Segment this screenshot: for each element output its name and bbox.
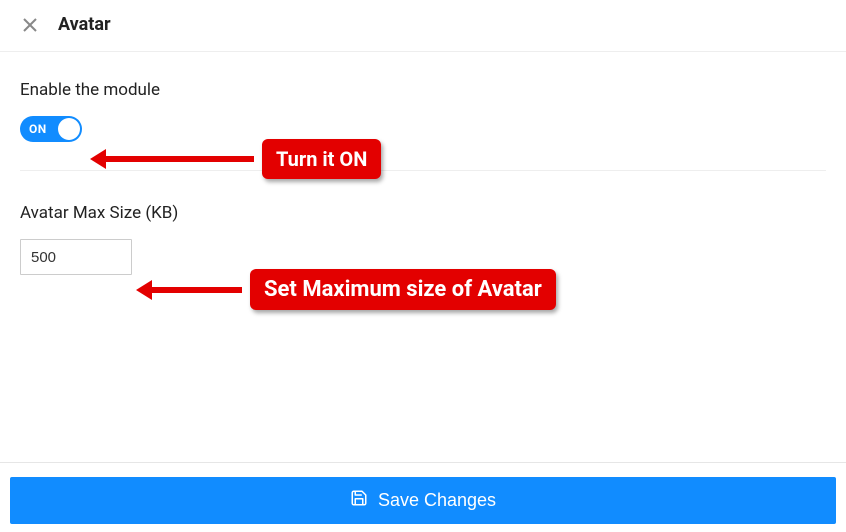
arrow-left-icon [150,287,242,293]
annotation-set-max: Set Maximum size of Avatar [150,269,556,310]
save-button-label: Save Changes [378,490,496,511]
callout-turn-on: Turn it ON [262,139,381,179]
annotation-turn-on: Turn it ON [104,139,381,179]
avatar-max-size-label: Avatar Max Size (KB) [20,203,826,223]
save-icon [350,489,368,512]
toggle-knob [58,118,80,140]
arrow-left-icon [104,156,254,162]
callout-set-max: Set Maximum size of Avatar [250,269,556,310]
toggle-state-label: ON [29,122,47,136]
page-title: Avatar [58,14,111,35]
enable-module-label: Enable the module [20,80,826,100]
dialog-footer: Save Changes [0,462,846,532]
avatar-max-size-input[interactable] [20,239,132,275]
dialog-header: Avatar [0,0,846,52]
save-changes-button[interactable]: Save Changes [10,477,836,524]
close-icon[interactable] [20,15,40,35]
enable-module-toggle[interactable]: ON [20,116,82,142]
